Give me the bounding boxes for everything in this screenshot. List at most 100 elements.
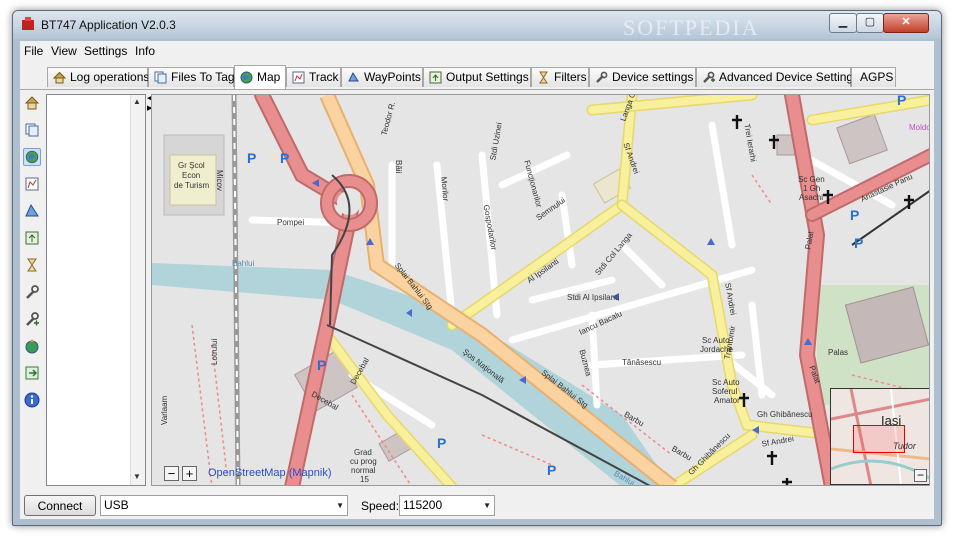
port-select[interactable]: USB ▼ [100, 495, 348, 516]
menu-bar: File View Settings Info [20, 41, 934, 61]
globe-icon[interactable] [23, 148, 41, 166]
export-icon[interactable] [23, 364, 41, 382]
sidebar-toolbar [20, 90, 44, 488]
waypoints-icon[interactable] [23, 202, 41, 220]
menu-settings[interactable]: Settings [84, 44, 127, 58]
files-icon[interactable] [23, 121, 41, 139]
output-icon [429, 71, 442, 84]
track-icon[interactable] [23, 175, 41, 193]
tab-agps[interactable]: AGPS [851, 67, 896, 87]
map-label-tanasescu: Tănăsescu [622, 358, 661, 367]
map-label-grad-4: 15 [360, 475, 369, 484]
map-label-sc-sofer-2: Soferul [712, 387, 738, 396]
map-label-sc-gen-2: 1 Gh [803, 184, 820, 193]
file-list-scrollbar[interactable]: ▲ ▼ [130, 95, 145, 485]
softpedia-watermark: SOFTPEDIA [623, 15, 760, 40]
map-label-pompei: Pompei [277, 218, 304, 227]
globe-icon [240, 71, 253, 84]
port-select-value: USB [104, 498, 129, 512]
track-icon [292, 71, 305, 84]
tab-map[interactable]: Map [234, 65, 286, 89]
map-label-school-2: Econ [182, 171, 200, 180]
minimize-button[interactable]: ▁ [829, 13, 857, 33]
close-button[interactable]: ✕ [883, 13, 929, 33]
tab-bar: Log operations Files To Tag Map Track Wa… [20, 65, 934, 110]
hourglass-icon[interactable] [23, 256, 41, 274]
tab-files-to-tag[interactable]: Files To Tag [148, 67, 235, 87]
info-icon[interactable] [23, 391, 41, 409]
minimap-sub-label: Tudor [893, 441, 916, 451]
map-label-sc-gen-3: Asachi [799, 193, 823, 202]
map-label-school-1: Gr Şcol [178, 161, 205, 170]
svg-text:P: P [850, 207, 859, 223]
menu-view[interactable]: View [51, 44, 77, 58]
map-label-grad-2: cu prog [350, 457, 377, 466]
tab-device-settings[interactable]: Device settings [589, 67, 696, 87]
title-bar[interactable]: BT747 Application V2.0.3 SOFTPEDIA ▁ ▢ ✕ [13, 11, 941, 40]
wrench-plus-icon [703, 71, 715, 83]
scroll-up-icon[interactable]: ▲ [133, 97, 141, 106]
wrench-plus-icon[interactable] [23, 310, 41, 328]
chevron-down-icon[interactable]: ▼ [336, 496, 344, 515]
map-label-sc-auto-1: Sc Auto [702, 336, 730, 345]
zoom-out-button[interactable]: − [164, 466, 179, 481]
agps-globe-icon[interactable] [23, 337, 41, 355]
tab-advanced-device-settings[interactable]: Advanced Device Settings [696, 67, 859, 87]
file-list[interactable]: ▲ ▼ [46, 94, 146, 486]
map-panel: ▲ ▼ ◀ ▶ P P P P P P P P Gr Şcol Econ de … [20, 89, 934, 488]
overview-minimap[interactable]: Iasi Tudor − [830, 388, 929, 485]
map-label-stdi-ipsilanti: Stdi Al Ipsilanti [567, 293, 619, 302]
map-label-lotrului: Lotrului [210, 339, 219, 365]
connection-bar: Connect USB ▼ Speed: 115200 ▼ [20, 491, 934, 519]
hourglass-icon [539, 71, 548, 84]
tab-filters[interactable]: Filters [531, 67, 589, 87]
minimap-zoom-out-button[interactable]: − [914, 469, 927, 482]
map-label-baii: Băii [394, 160, 403, 174]
tab-log-operations[interactable]: Log operations [47, 67, 149, 87]
svg-text:P: P [547, 462, 556, 478]
menu-file[interactable]: File [24, 44, 43, 58]
zoom-in-button[interactable]: + [182, 466, 197, 481]
app-icon [22, 17, 34, 30]
svg-text:P: P [897, 95, 906, 108]
map-view[interactable]: PP PP PP PP Gr Şcol Econ de Turism Pompe… [151, 94, 930, 486]
map-label-sc-sofer-1: Sc Auto [712, 378, 740, 387]
wrench-icon[interactable] [23, 283, 41, 301]
connect-button[interactable]: Connect [24, 495, 96, 516]
chevron-down-icon[interactable]: ▼ [483, 496, 491, 515]
wrench-icon [596, 71, 608, 83]
map-label-palas: Palas [828, 348, 848, 357]
map-label-sc-sofer-3: Amator [714, 396, 740, 405]
minimap-city-label: Iasi [881, 413, 902, 428]
application-window: BT747 Application V2.0.3 SOFTPEDIA ▁ ▢ ✕… [12, 10, 942, 526]
map-label-sc-gen-1: Sc Gen [798, 175, 825, 184]
menu-info[interactable]: Info [135, 44, 155, 58]
map-label-ghibanescu-2: Gh Ghibănescu [757, 410, 813, 419]
map-tiles: PP PP PP PP Gr Şcol Econ de Turism Pompe… [152, 95, 929, 485]
map-label-varlaam: Varlaam [160, 395, 169, 425]
scroll-down-icon[interactable]: ▼ [133, 472, 141, 481]
map-label-sc-auto-2: Jordache [700, 345, 733, 354]
map-label-river: Bahlui [232, 259, 254, 268]
tab-track[interactable]: Track [286, 67, 341, 87]
tab-output-settings[interactable]: Output Settings [423, 67, 531, 87]
client-area: File View Settings Info Log operations F… [20, 41, 934, 519]
tab-waypoints[interactable]: WayPoints [341, 67, 423, 87]
speed-label: Speed: [361, 499, 400, 513]
speed-select[interactable]: 115200 ▼ [399, 495, 495, 516]
files-icon [154, 71, 167, 84]
house-icon [53, 71, 66, 84]
waypoints-icon [348, 71, 359, 82]
map-label-grad-3: normal [351, 466, 376, 475]
house-icon[interactable] [23, 94, 41, 112]
output-icon[interactable] [23, 229, 41, 247]
svg-text:P: P [317, 357, 326, 373]
map-attribution[interactable]: OpenStreetMap (Mapnik) [208, 467, 332, 479]
map-label-school-3: de Turism [174, 181, 209, 190]
window-title: BT747 Application V2.0.3 [41, 18, 176, 32]
svg-text:P: P [437, 435, 446, 451]
svg-text:P: P [854, 235, 863, 251]
map-label-mircea: Micov [215, 170, 224, 191]
svg-text:P: P [247, 150, 256, 166]
maximize-button[interactable]: ▢ [856, 13, 884, 33]
